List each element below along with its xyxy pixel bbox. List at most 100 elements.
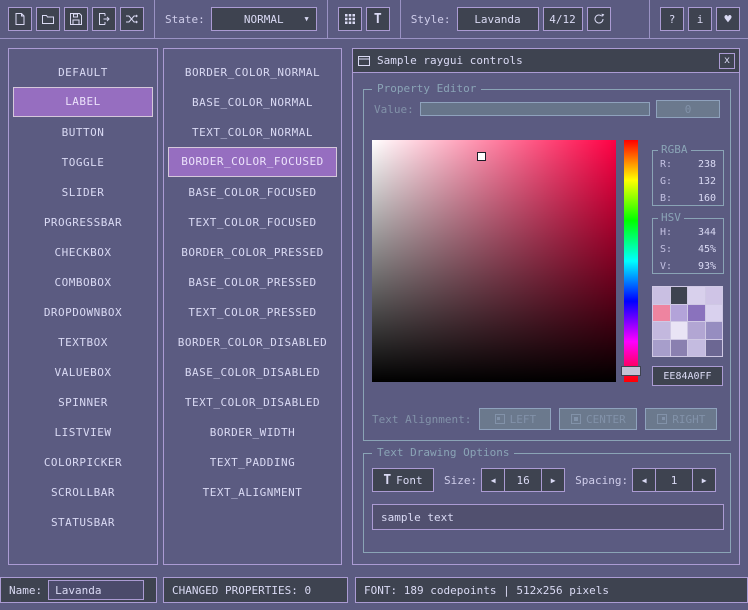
- toolbar: State: NORMAL ▼ T Style: Lavanda 4/12: [0, 0, 748, 39]
- b-label: B:: [660, 191, 672, 206]
- grid-toggle-button[interactable]: [338, 7, 362, 31]
- align-right-button[interactable]: RIGHT: [645, 408, 717, 430]
- control-item-toggle[interactable]: TOGGLE: [13, 147, 153, 177]
- control-item-valuebox[interactable]: VALUEBOX: [13, 357, 153, 387]
- text-edit-toggle-button[interactable]: T: [366, 7, 390, 31]
- hsv-row-s: S: 45%: [653, 242, 723, 257]
- control-item-checkbox[interactable]: CHECKBOX: [13, 237, 153, 267]
- property-item[interactable]: BASE_COLOR_DISABLED: [168, 357, 337, 387]
- spacing-spinner: ◀ 1 ▶: [632, 468, 716, 492]
- value-box[interactable]: 0: [656, 100, 720, 118]
- property-item-selected[interactable]: BORDER_COLOR_FOCUSED: [168, 147, 337, 177]
- property-item[interactable]: BORDER_COLOR_PRESSED: [168, 237, 337, 267]
- property-editor-label: Property Editor: [372, 82, 481, 95]
- palette-swatch[interactable]: [671, 322, 688, 339]
- palette-swatch[interactable]: [706, 287, 723, 304]
- load-style-button[interactable]: [36, 7, 60, 31]
- font-icon: T: [383, 473, 391, 488]
- property-item[interactable]: TEXT_PADDING: [168, 447, 337, 477]
- hex-color-input[interactable]: EE84A0FF: [652, 366, 723, 386]
- style-name-input[interactable]: Lavanda: [48, 580, 144, 600]
- control-item-default[interactable]: DEFAULT: [13, 57, 153, 87]
- size-increase-button[interactable]: ▶: [541, 468, 565, 492]
- state-dropdown[interactable]: NORMAL ▼: [211, 7, 317, 31]
- control-item-colorpicker[interactable]: COLORPICKER: [13, 447, 153, 477]
- align-left-label: LEFT: [510, 413, 537, 426]
- palette-swatch[interactable]: [688, 305, 705, 322]
- size-decrease-button[interactable]: ◀: [481, 468, 505, 492]
- property-item[interactable]: BASE_COLOR_PRESSED: [168, 267, 337, 297]
- save-style-button[interactable]: [64, 7, 88, 31]
- size-value[interactable]: 16: [505, 468, 541, 492]
- property-item[interactable]: TEXT_COLOR_NORMAL: [168, 117, 337, 147]
- control-item-label[interactable]: LABEL: [13, 87, 153, 117]
- property-item[interactable]: BORDER_COLOR_NORMAL: [168, 57, 337, 87]
- palette-swatch[interactable]: [688, 322, 705, 339]
- control-item-button[interactable]: BUTTON: [13, 117, 153, 147]
- hex-color-value: EE84A0FF: [663, 371, 711, 382]
- align-center-label: CENTER: [586, 413, 626, 426]
- palette-swatch[interactable]: [653, 287, 670, 304]
- palette-swatch[interactable]: [688, 287, 705, 304]
- property-item[interactable]: BORDER_WIDTH: [168, 417, 337, 447]
- toolbar-divider: [154, 0, 155, 38]
- control-item-listview[interactable]: LISTVIEW: [13, 417, 153, 447]
- palette-swatch[interactable]: [653, 322, 670, 339]
- align-center-icon: [571, 414, 581, 424]
- r-value: 238: [698, 157, 716, 172]
- font-button[interactable]: T Font: [372, 468, 434, 492]
- style-counter[interactable]: 4/12: [543, 7, 583, 31]
- align-left-button[interactable]: LEFT: [479, 408, 551, 430]
- rgba-row-r: R: 238: [653, 157, 723, 172]
- property-item[interactable]: TEXT_ALIGNMENT: [168, 477, 337, 507]
- control-item-spinner[interactable]: SPINNER: [13, 387, 153, 417]
- grid-icon: [343, 12, 357, 26]
- style-name-box[interactable]: Lavanda: [457, 7, 539, 31]
- property-item[interactable]: BASE_COLOR_NORMAL: [168, 87, 337, 117]
- sample-text-input[interactable]: sample text: [372, 504, 724, 530]
- spacing-increase-button[interactable]: ▶: [692, 468, 716, 492]
- palette-swatch[interactable]: [706, 305, 723, 322]
- property-item[interactable]: TEXT_COLOR_DISABLED: [168, 387, 337, 417]
- r-label: R:: [660, 157, 672, 172]
- hue-slider-handle[interactable]: [621, 366, 641, 376]
- control-item-progressbar[interactable]: PROGRESSBAR: [13, 207, 153, 237]
- random-style-button[interactable]: [120, 7, 144, 31]
- hue-bar[interactable]: [624, 140, 638, 382]
- palette-swatch[interactable]: [706, 340, 723, 357]
- spacing-value[interactable]: 1: [656, 468, 692, 492]
- sponsor-button[interactable]: ♥: [716, 7, 740, 31]
- window-close-button[interactable]: x: [719, 53, 735, 69]
- color-picker-cursor[interactable]: [477, 152, 486, 161]
- align-center-button[interactable]: CENTER: [559, 408, 637, 430]
- control-item-scrollbar[interactable]: SCROLLBAR: [13, 477, 153, 507]
- help-button[interactable]: ?: [660, 7, 684, 31]
- spacing-decrease-button[interactable]: ◀: [632, 468, 656, 492]
- control-item-statusbar[interactable]: STATUSBAR: [13, 507, 153, 537]
- control-item-textbox[interactable]: TEXTBOX: [13, 327, 153, 357]
- new-file-button[interactable]: [8, 7, 32, 31]
- palette-swatch[interactable]: [706, 322, 723, 339]
- control-item-dropdownbox[interactable]: DROPDOWNBOX: [13, 297, 153, 327]
- style-counter-value: 4/12: [549, 13, 576, 26]
- palette-swatch[interactable]: [671, 340, 688, 357]
- property-item[interactable]: TEXT_COLOR_FOCUSED: [168, 207, 337, 237]
- palette-swatch[interactable]: [653, 305, 670, 322]
- property-item[interactable]: BASE_COLOR_FOCUSED: [168, 177, 337, 207]
- export-style-button[interactable]: [92, 7, 116, 31]
- value-slider[interactable]: [420, 102, 650, 116]
- palette-swatch[interactable]: [671, 305, 688, 322]
- property-item[interactable]: BORDER_COLOR_DISABLED: [168, 327, 337, 357]
- properties-list-panel: BORDER_COLOR_NORMAL BASE_COLOR_NORMAL TE…: [163, 48, 342, 565]
- palette-swatch[interactable]: [671, 287, 688, 304]
- color-picker-panel[interactable]: [372, 140, 616, 382]
- text-drawing-options-label: Text Drawing Options: [372, 446, 514, 459]
- control-item-combobox[interactable]: COMBOBOX: [13, 267, 153, 297]
- window-titlebar[interactable]: Sample raygui controls x: [353, 49, 739, 73]
- property-item[interactable]: TEXT_COLOR_PRESSED: [168, 297, 337, 327]
- info-button[interactable]: i: [688, 7, 712, 31]
- palette-swatch[interactable]: [688, 340, 705, 357]
- reload-style-button[interactable]: [587, 7, 611, 31]
- control-item-slider[interactable]: SLIDER: [13, 177, 153, 207]
- palette-swatch[interactable]: [653, 340, 670, 357]
